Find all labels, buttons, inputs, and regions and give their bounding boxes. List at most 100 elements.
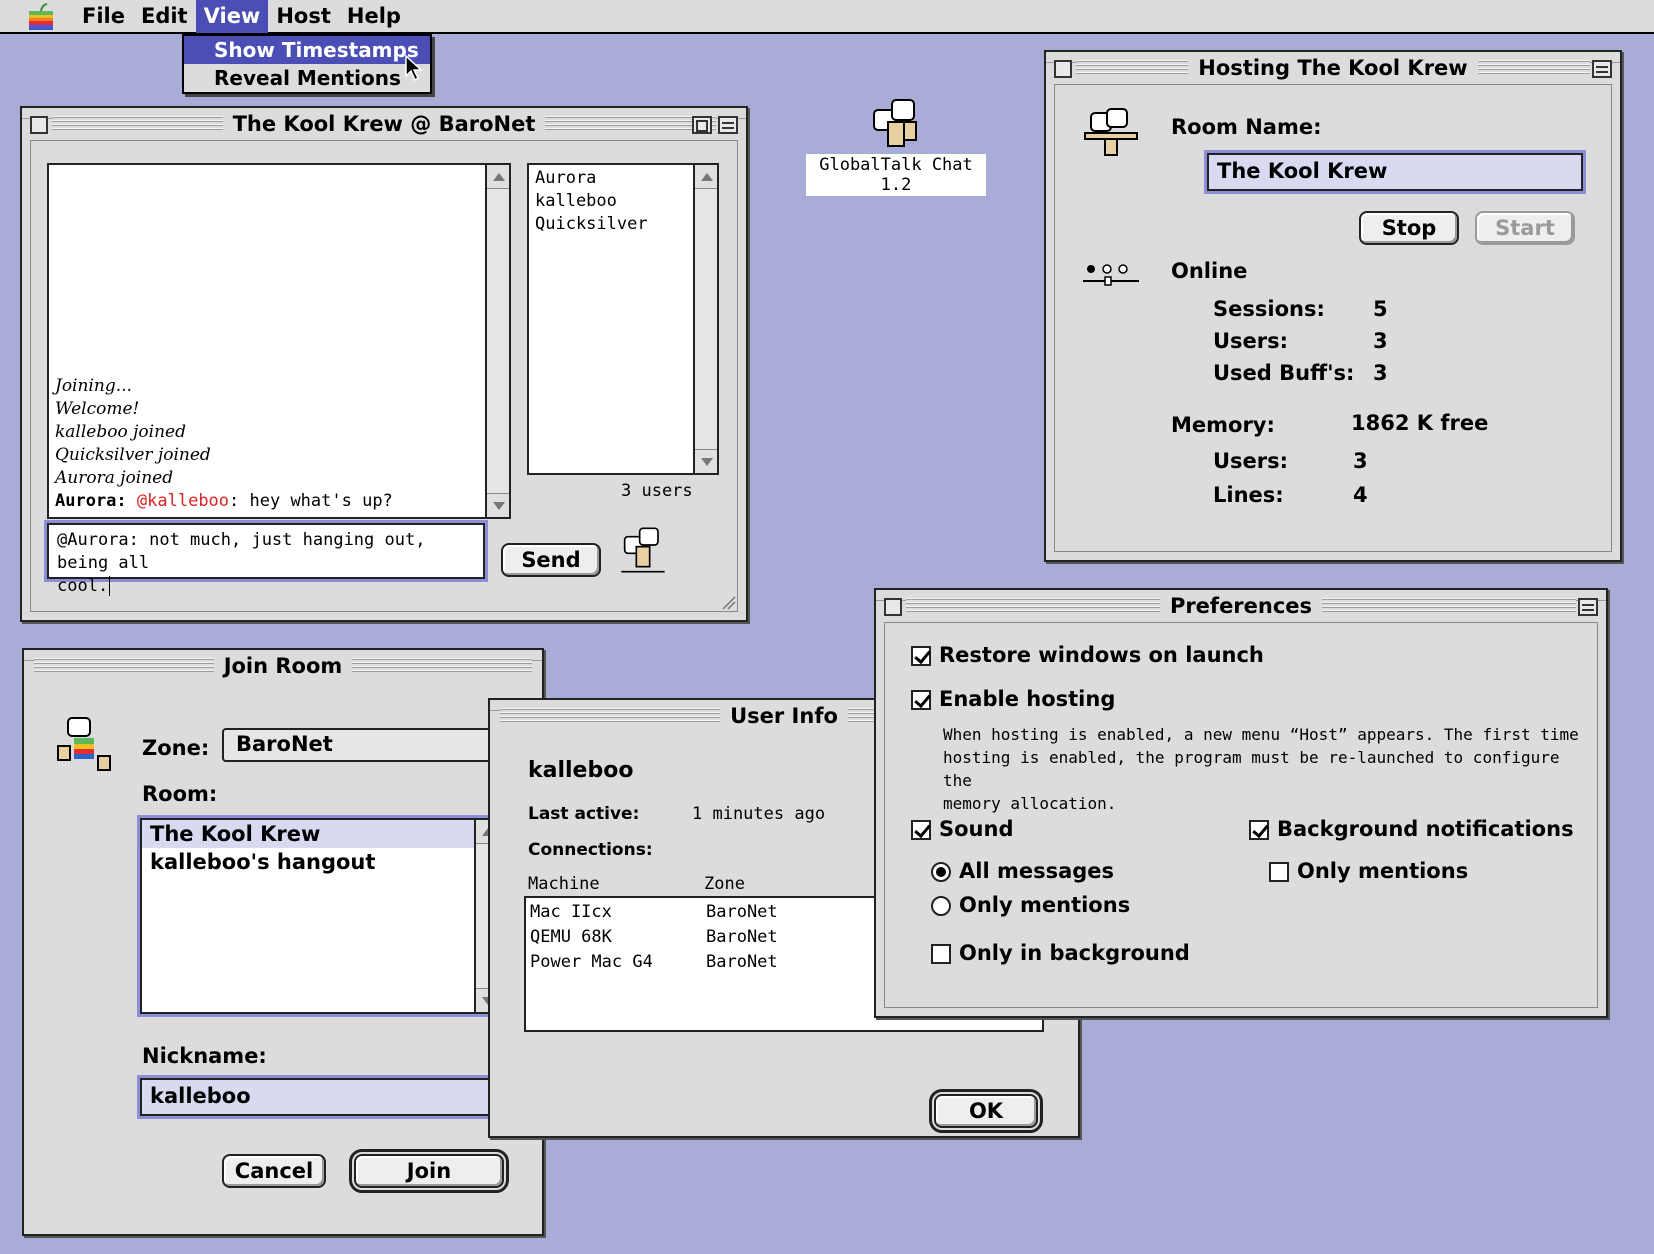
checkbox-checked-icon[interactable] bbox=[1249, 820, 1269, 840]
send-button[interactable]: Send bbox=[501, 543, 601, 577]
log-line: kalleboo joined bbox=[55, 422, 186, 442]
userinfo-window-title: User Info bbox=[720, 704, 848, 728]
zoom-box-icon[interactable] bbox=[692, 116, 712, 134]
room-list-item-selected[interactable]: The Kool Krew bbox=[142, 820, 474, 848]
online-network-icon bbox=[1083, 264, 1139, 286]
checkbox-unchecked-icon[interactable] bbox=[1269, 862, 1289, 882]
host-window-title: Hosting The Kool Krew bbox=[1188, 56, 1478, 80]
menu-view[interactable]: View bbox=[195, 0, 269, 33]
enable-hosting-option[interactable]: Enable hosting bbox=[911, 687, 1115, 711]
log-line: Joining... bbox=[55, 376, 132, 396]
scroll-up-arrow-icon[interactable] bbox=[695, 165, 717, 189]
checkbox-unchecked-icon[interactable] bbox=[931, 944, 951, 964]
only-background-option[interactable]: Only in background bbox=[931, 941, 1190, 965]
machine-cell: Power Mac G4 bbox=[530, 952, 653, 972]
radio-selected-icon[interactable] bbox=[931, 862, 951, 882]
join-titlebar[interactable]: Join Room bbox=[24, 650, 542, 682]
log-lines: Joining... Welcome! kalleboo joined Quic… bbox=[55, 375, 479, 513]
resize-grip-icon[interactable] bbox=[719, 593, 737, 611]
message-sender: Aurora: bbox=[55, 491, 127, 511]
windowshade-icon[interactable] bbox=[718, 116, 738, 134]
scroll-up-arrow-icon[interactable] bbox=[487, 165, 509, 189]
input-text-line: cool. bbox=[57, 576, 111, 596]
menu-item-show-timestamps[interactable]: Show Timestamps bbox=[184, 36, 430, 64]
input-text-line: @Aurora: not much, just hanging out, bei… bbox=[57, 530, 426, 573]
prefs-titlebar[interactable]: Preferences bbox=[876, 590, 1606, 622]
all-messages-label: All messages bbox=[959, 859, 1115, 883]
user-list-item[interactable]: Quicksilver bbox=[535, 213, 648, 236]
userinfo-username: kalleboo bbox=[528, 758, 634, 783]
memory-users-label: Users: bbox=[1213, 449, 1289, 473]
lines-label: Lines: bbox=[1213, 483, 1284, 507]
chat-titlebar[interactable]: The Kool Krew @ BaroNet bbox=[22, 108, 746, 140]
connections-label: Connections: bbox=[528, 840, 653, 860]
background-notifications-label: Background notifications bbox=[1277, 817, 1574, 841]
radio-unselected-icon[interactable] bbox=[931, 896, 951, 916]
user-list-item[interactable]: Aurora bbox=[535, 167, 648, 190]
online-label: Online bbox=[1171, 259, 1248, 283]
ok-button[interactable]: OK bbox=[929, 1089, 1043, 1133]
windowshade-icon[interactable] bbox=[1592, 60, 1612, 78]
chat-window: The Kool Krew @ BaroNet Joining... Welco… bbox=[20, 106, 748, 622]
start-button: Start bbox=[1475, 211, 1575, 245]
host-content: Room Name: The Kool Krew Stop Start Onli… bbox=[1054, 84, 1612, 552]
bg-only-mentions-option[interactable]: Only mentions bbox=[1269, 859, 1468, 883]
close-box-icon[interactable] bbox=[884, 598, 902, 616]
windowshade-icon[interactable] bbox=[1578, 598, 1598, 616]
used-buffs-label: Used Buff's: bbox=[1213, 361, 1355, 385]
message-log[interactable]: Joining... Welcome! kalleboo joined Quic… bbox=[47, 163, 511, 519]
menu-bar: File Edit View Host Help bbox=[0, 0, 1654, 34]
menu-edit[interactable]: Edit bbox=[133, 0, 196, 33]
zone-cell: BaroNet bbox=[706, 902, 778, 922]
hosting-note-line: When hosting is enabled, a new menu “Hos… bbox=[943, 725, 1579, 744]
cancel-button[interactable]: Cancel bbox=[222, 1154, 326, 1188]
menu-item-reveal-mentions[interactable]: Reveal Mentions bbox=[184, 64, 430, 92]
menu-file[interactable]: File bbox=[74, 0, 133, 33]
userlist-scrollbar[interactable] bbox=[693, 165, 717, 473]
users-label: Users: bbox=[1213, 329, 1289, 353]
sessions-label: Sessions: bbox=[1213, 297, 1325, 321]
log-line: Quicksilver joined bbox=[55, 445, 211, 465]
only-mentions-option[interactable]: Only mentions bbox=[931, 893, 1130, 917]
scroll-down-arrow-icon[interactable] bbox=[487, 493, 509, 517]
all-messages-option[interactable]: All messages bbox=[931, 859, 1114, 883]
message-mention[interactable]: @kalleboo bbox=[137, 491, 229, 511]
host-window: Hosting The Kool Krew Room Name: The Koo… bbox=[1044, 50, 1622, 562]
checkbox-checked-icon[interactable] bbox=[911, 820, 931, 840]
scroll-down-arrow-icon[interactable] bbox=[695, 449, 717, 473]
host-titlebar[interactable]: Hosting The Kool Krew bbox=[1046, 52, 1620, 84]
close-box-icon[interactable] bbox=[1054, 60, 1072, 78]
lines-value: 4 bbox=[1353, 483, 1368, 507]
zone-value: BaroNet bbox=[236, 732, 333, 756]
chat-app-icon bbox=[873, 99, 917, 147]
room-list[interactable]: The Kool Krew kalleboo's hangout bbox=[140, 818, 500, 1014]
zone-cell: BaroNet bbox=[706, 952, 778, 972]
zone-popup[interactable]: BaroNet ◆ bbox=[222, 728, 512, 762]
room-list-item[interactable]: kalleboo's hangout bbox=[142, 848, 498, 876]
menu-host[interactable]: Host bbox=[268, 0, 339, 33]
checkbox-checked-icon[interactable] bbox=[911, 690, 931, 710]
prefs-content: Restore windows on launch Enable hosting… bbox=[884, 622, 1598, 1008]
user-list[interactable]: Aurora kalleboo Quicksilver bbox=[527, 163, 719, 475]
desktop-app-icon[interactable]: GlobalTalk Chat 1.2 bbox=[806, 96, 986, 196]
restore-windows-option[interactable]: Restore windows on launch bbox=[911, 643, 1264, 667]
prefs-window-title: Preferences bbox=[1159, 594, 1323, 618]
user-list-item[interactable]: kalleboo bbox=[535, 190, 648, 213]
sound-option[interactable]: Sound bbox=[911, 817, 1013, 841]
menu-help[interactable]: Help bbox=[339, 0, 409, 33]
sessions-value: 5 bbox=[1373, 297, 1388, 321]
apple-menu-icon[interactable] bbox=[26, 3, 56, 30]
chat-message: Aurora: @kalleboo: hey what's up? bbox=[55, 490, 479, 513]
background-notifications-option[interactable]: Background notifications bbox=[1249, 817, 1574, 841]
checkbox-checked-icon[interactable] bbox=[911, 646, 931, 666]
join-button[interactable]: Join bbox=[349, 1149, 509, 1193]
stop-button[interactable]: Stop bbox=[1359, 211, 1459, 245]
nickname-label: Nickname: bbox=[142, 1044, 267, 1068]
chat-app-icon bbox=[621, 527, 665, 573]
log-scrollbar[interactable] bbox=[485, 165, 509, 517]
log-line: Aurora joined bbox=[55, 468, 174, 488]
nickname-field[interactable]: kalleboo bbox=[140, 1078, 500, 1116]
close-box-icon[interactable] bbox=[30, 116, 48, 134]
message-input[interactable]: @Aurora: not much, just hanging out, bei… bbox=[47, 523, 485, 596]
room-name-field[interactable]: The Kool Krew bbox=[1207, 153, 1583, 191]
